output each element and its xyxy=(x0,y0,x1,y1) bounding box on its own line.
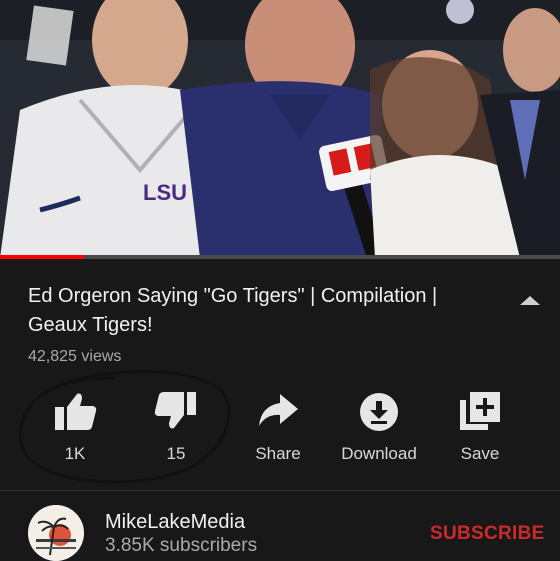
dislike-button[interactable]: 15 xyxy=(126,390,226,464)
video-progress-fill xyxy=(0,255,84,259)
share-icon xyxy=(259,394,298,426)
thumbs-down-icon xyxy=(154,392,196,429)
video-player[interactable]: LSU xyxy=(0,0,560,258)
divider xyxy=(0,490,560,491)
video-frame: LSU xyxy=(0,0,560,258)
video-title[interactable]: Ed Orgeron Saying "Go Tigers" | Compilat… xyxy=(28,282,498,340)
action-bar: 1K 15 Share Download Save xyxy=(0,390,560,470)
like-count: 1K xyxy=(64,444,86,463)
download-icon xyxy=(360,393,398,431)
dislike-count: 15 xyxy=(166,444,186,463)
save-button[interactable]: Save xyxy=(430,390,530,464)
share-label: Share xyxy=(255,444,301,463)
save-icon xyxy=(460,392,500,430)
channel-avatar[interactable] xyxy=(28,505,84,561)
download-label: Download xyxy=(341,444,417,463)
share-button[interactable]: Share xyxy=(228,390,328,464)
palm-tree-logo-icon xyxy=(28,505,84,561)
like-button[interactable]: 1K xyxy=(25,390,125,464)
subscriber-count: 3.85K subscribers xyxy=(105,535,258,556)
save-label: Save xyxy=(460,444,500,463)
video-progress-bar[interactable] xyxy=(0,255,560,259)
channel-name[interactable]: MikeLakeMedia xyxy=(105,511,245,534)
jacket-logo: LSU xyxy=(143,180,187,205)
subscribe-button[interactable]: SUBSCRIBE xyxy=(430,523,545,545)
thumbs-up-icon xyxy=(55,393,97,430)
collapse-chevron-icon[interactable] xyxy=(517,292,543,310)
download-button[interactable]: Download xyxy=(329,390,429,464)
